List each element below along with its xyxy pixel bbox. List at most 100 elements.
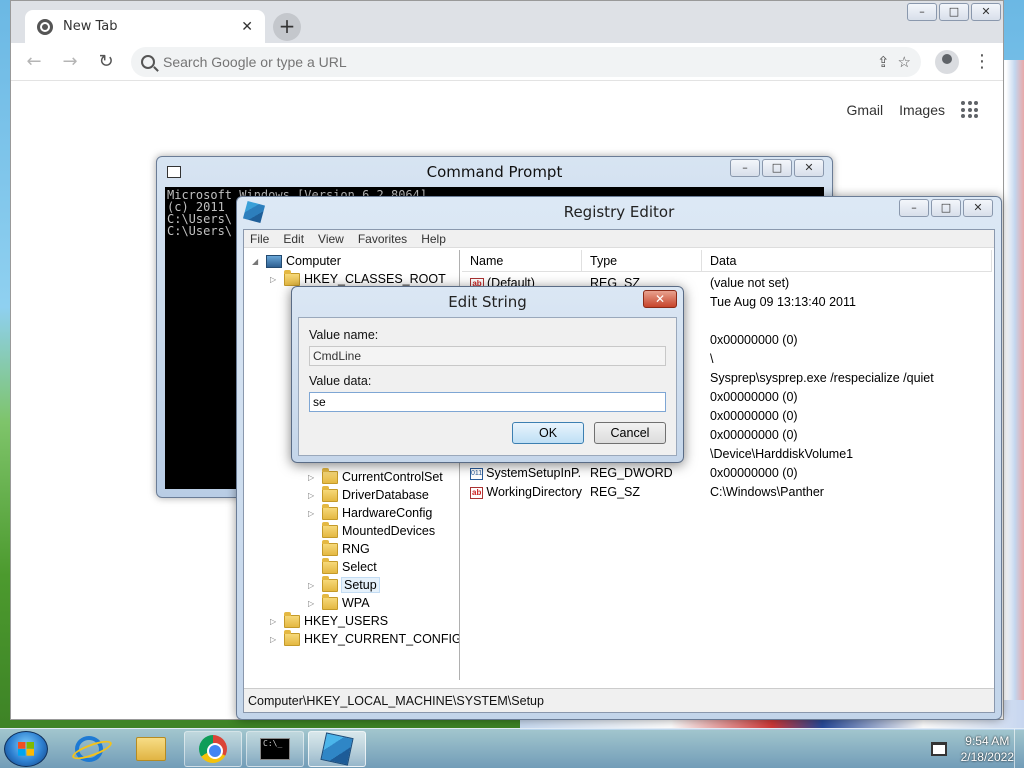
computer-icon (266, 254, 282, 268)
reg-maximize-button[interactable]: □ (931, 199, 961, 217)
row-name-cell: ab WorkingDirectory (462, 483, 582, 502)
reg-menu-bar: File Edit View Favorites Help (244, 230, 994, 248)
row-data-cell: 0x00000000 (0) (710, 466, 798, 480)
expand-arrow-icon[interactable]: ▷ (308, 491, 318, 500)
dialog-title-bar[interactable]: Edit String ✕ (292, 287, 683, 317)
omnibox-input[interactable] (163, 53, 869, 70)
file-explorer-icon (136, 737, 166, 761)
chrome-menu-icon[interactable]: ⋮ (973, 51, 991, 72)
tab-title: New Tab (63, 19, 118, 34)
cmd-minimize-button[interactable]: – (730, 159, 760, 177)
taskbar-chrome-button[interactable] (184, 731, 242, 767)
tree-item-currentcontrolset[interactable]: ▷ CurrentControlSet (308, 467, 443, 486)
row-data-cell: 0x00000000 (0) (710, 428, 798, 442)
menu-file[interactable]: File (250, 230, 269, 247)
reg-status-bar: Computer\HKEY_LOCAL_MACHINE\SYSTEM\Setup (244, 688, 994, 712)
cmd-title: Command Prompt (426, 163, 563, 181)
close-button[interactable]: ✕ (971, 3, 1001, 21)
tree-item-wpa[interactable]: ▷ WPA (308, 593, 370, 612)
column-name[interactable]: Name (462, 250, 582, 271)
internet-explorer-icon (75, 736, 103, 762)
taskbar-explorer-button[interactable] (122, 731, 180, 767)
tree-item-hku[interactable]: ▷ HKEY_USERS (270, 611, 388, 630)
cmd-window-controls: – □ ✕ (730, 159, 824, 177)
column-data[interactable]: Data (702, 250, 992, 271)
gmail-link[interactable]: Gmail (847, 102, 884, 118)
clock-time: 9:54 AM (965, 734, 1010, 748)
tree-item-select[interactable]: Select (308, 557, 377, 576)
tree-item-hardwareconfig[interactable]: ▷ HardwareConfig (308, 503, 432, 522)
tree-item-mounteddevices[interactable]: MountedDevices (308, 521, 435, 540)
ok-button[interactable]: OK (512, 422, 584, 444)
clock-date: 2/18/2022 (960, 750, 1014, 764)
table-row[interactable]: ab WorkingDirectory REG_SZ C:\Windows\Panth… (462, 483, 992, 502)
taskbar-cmd-button[interactable]: C:\_ (246, 731, 304, 767)
cmd-maximize-button[interactable]: □ (762, 159, 792, 177)
expand-arrow-icon[interactable]: ▷ (270, 617, 280, 626)
chrome-window-controls: – □ ✕ (907, 3, 1001, 21)
folder-icon (284, 629, 300, 646)
taskbar-ie-button[interactable] (60, 731, 118, 767)
network-icon[interactable] (930, 742, 947, 756)
row-data-cell: Tue Aug 09 13:13:40 2011 (710, 295, 856, 309)
folder-icon (322, 503, 338, 520)
tree-item-hkcc[interactable]: ▷ HKEY_CURRENT_CONFIG (270, 629, 459, 648)
menu-edit[interactable]: Edit (283, 230, 304, 247)
expand-arrow-icon[interactable]: ▷ (270, 635, 280, 644)
folder-icon (322, 575, 338, 592)
reg-close-button[interactable]: ✕ (963, 199, 993, 217)
show-desktop-button[interactable] (1014, 729, 1024, 768)
edit-string-dialog[interactable]: Edit String ✕ Value name: CmdLine Value … (291, 286, 684, 463)
reg-title: Registry Editor (563, 203, 675, 221)
menu-view[interactable]: View (318, 230, 344, 247)
tab-close-icon[interactable]: ✕ (241, 19, 253, 35)
images-link[interactable]: Images (899, 102, 945, 118)
dialog-buttons: OK Cancel (309, 422, 666, 444)
reg-title-bar[interactable]: Registry Editor (237, 197, 1001, 227)
expand-arrow-icon[interactable]: ▷ (308, 473, 318, 482)
value-data-input[interactable] (309, 392, 666, 412)
taskbar-regedit-button[interactable] (308, 731, 366, 767)
folder-icon (322, 557, 338, 574)
tree-item-rng[interactable]: RNG (308, 539, 370, 558)
minimize-button[interactable]: – (907, 3, 937, 21)
tree-item-driverdatabase[interactable]: ▷ DriverDatabase (308, 485, 429, 504)
back-arrow-icon[interactable]: ← (23, 51, 45, 72)
profile-avatar-icon[interactable] (935, 49, 959, 74)
cancel-button[interactable]: Cancel (594, 422, 666, 444)
row-type-cell: REG_DWORD (590, 466, 673, 480)
expand-arrow-icon[interactable]: ▷ (270, 275, 280, 284)
tree-item-setup[interactable]: ▷ Setup (308, 575, 380, 594)
expand-arrow-icon[interactable]: ▷ (308, 599, 318, 608)
bookmark-star-icon[interactable]: ☆ (898, 53, 911, 71)
start-button[interactable] (4, 731, 48, 767)
menu-help[interactable]: Help (421, 230, 446, 247)
row-data-cell: 0x00000000 (0) (710, 409, 798, 423)
reg-minimize-button[interactable]: – (899, 199, 929, 217)
menu-favorites[interactable]: Favorites (358, 230, 407, 247)
folder-icon (322, 593, 338, 610)
clock[interactable]: 9:54 AM 2/18/2022 (961, 733, 1014, 765)
row-type-cell: REG_SZ (590, 485, 641, 499)
column-type[interactable]: Type (582, 250, 702, 271)
forward-arrow-icon[interactable]: → (59, 51, 81, 72)
tree-item-computer[interactable]: ◢ Computer (252, 252, 341, 270)
table-row[interactable]: 011 SystemSetupInP... REG_DWORD 0x00000000 … (462, 464, 992, 483)
row-data-cell: C:\Windows\Panther (710, 485, 824, 499)
google-apps-icon[interactable] (961, 101, 979, 119)
folder-icon (322, 485, 338, 502)
cmd-close-button[interactable]: ✕ (794, 159, 824, 177)
binary-value-icon: 011 (470, 467, 484, 480)
collapse-arrow-icon[interactable]: ◢ (252, 257, 262, 266)
new-tab-button[interactable]: + (273, 13, 301, 41)
folder-icon (284, 611, 300, 628)
expand-arrow-icon[interactable]: ▷ (308, 509, 318, 518)
dialog-close-button[interactable]: ✕ (643, 290, 677, 308)
omnibox[interactable]: ⇪ ☆ (131, 46, 921, 77)
maximize-button[interactable]: □ (939, 3, 969, 21)
tab-new-tab[interactable]: New Tab ✕ (25, 10, 265, 43)
expand-arrow-icon[interactable]: ▷ (308, 581, 318, 590)
share-icon[interactable]: ⇪ (877, 53, 890, 71)
reload-icon[interactable]: ↻ (95, 51, 117, 72)
row-data-cell: \ (710, 352, 714, 366)
